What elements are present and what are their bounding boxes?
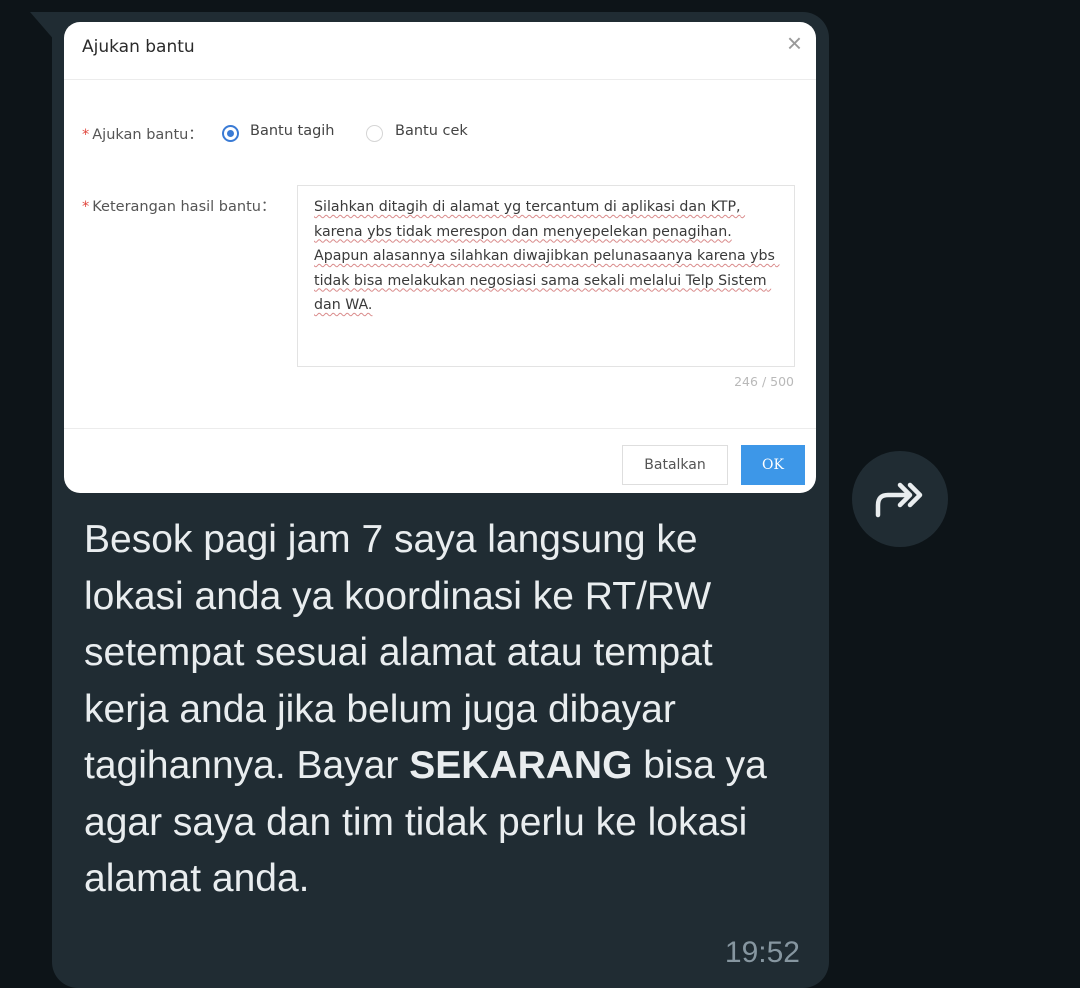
forward-icon (875, 482, 923, 518)
field-note-label-text: Keterangan hasil bantu： (92, 199, 276, 215)
radio-bantu-tagih-label: Bantu tagih (250, 123, 335, 139)
required-mark: * (82, 199, 90, 215)
field-type-label: * Ajukan bantu： (82, 123, 203, 144)
image-attachment[interactable]: Ajukan bantu × * Ajukan bantu： Bantu tagi… (64, 22, 816, 493)
dialog-footer-divider (64, 428, 816, 429)
forward-button[interactable] (852, 451, 948, 547)
cancel-button[interactable]: Batalkan (622, 445, 728, 485)
field-type-label-text: Ajukan bantu： (92, 127, 203, 143)
radio-bantu-cek[interactable] (366, 125, 383, 142)
ok-button[interactable]: OK (741, 445, 805, 485)
close-icon[interactable]: × (787, 30, 802, 56)
field-note-label: * Keterangan hasil bantu： (82, 195, 275, 216)
char-counter: 246 / 500 (734, 374, 794, 389)
radio-bantu-tagih[interactable] (222, 125, 239, 142)
required-mark: * (82, 127, 90, 143)
radio-bantu-cek-label: Bantu cek (395, 123, 468, 139)
message-text: Besok pagi jam 7 saya langsung ke lokasi… (84, 512, 784, 908)
dialog-header-divider (64, 79, 816, 80)
message-timestamp: 19:52 (724, 936, 800, 969)
note-textarea[interactable]: Silahkan ditagih di alamat yg tercantum … (297, 185, 795, 367)
dialog-title: Ajukan bantu (82, 37, 195, 57)
message-text-bold: SEKARANG (409, 744, 633, 787)
